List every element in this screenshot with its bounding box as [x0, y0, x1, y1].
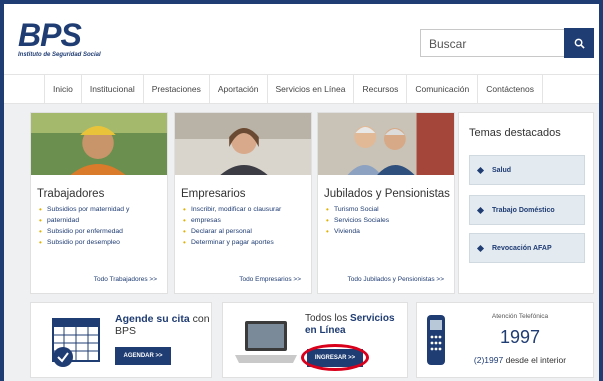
tema-label: Salud [492, 166, 512, 174]
card-jubilados[interactable]: Jubilados y Pensionistas Turismo Social … [317, 112, 455, 294]
search-button[interactable] [564, 28, 594, 58]
search-icon [574, 38, 585, 49]
tema-label: Revocación AFAP [492, 244, 552, 252]
link-todo-jubilados[interactable]: Todo Jubilados y Pensionistas >> [348, 276, 444, 283]
link-todo-trabajadores[interactable]: Todo Trabajadores >> [94, 276, 157, 283]
bps-logo[interactable]: BPS Instituto de Seguridad Social [18, 17, 113, 68]
card-trabajadores[interactable]: Trabajadores Subsidios por maternidad y … [30, 112, 168, 294]
agenda-con: con [192, 313, 210, 325]
link-turismo-social[interactable]: Turismo Social [326, 204, 448, 215]
phone-icon [427, 315, 445, 365]
agendar-button[interactable]: AGENDAR >> [115, 347, 171, 365]
card-title: Trabajadores [37, 188, 105, 200]
link-servicios-sociales[interactable]: Servicios Sociales [326, 215, 448, 226]
agenda-box: Agende su cita con BPS AGENDAR >> [30, 302, 212, 378]
nav-item-servicios[interactable]: Servicios en Línea [266, 75, 354, 103]
nav-item-recursos[interactable]: Recursos [353, 75, 406, 103]
telefono-number[interactable]: 1997 [449, 327, 591, 348]
diamond-icon [476, 244, 485, 252]
businesswoman-photo [175, 113, 311, 175]
agenda-line2: BPS [115, 325, 137, 337]
nav-item-comunicacion[interactable]: Comunicación [406, 75, 477, 103]
laptop-icon [235, 321, 297, 363]
servicios-line2: en Línea [305, 325, 346, 336]
logo-subtitle: Instituto de Seguridad Social [18, 52, 101, 58]
link-subsidio-desempleo[interactable]: Subsidio por desempleo [39, 237, 161, 248]
card-title: Empresarios [181, 188, 246, 200]
link-subsidio-enfermedad[interactable]: Subsidio por enfermedad [39, 226, 161, 237]
link-pagar-aportes[interactable]: Determinar y pagar aportes [183, 237, 305, 248]
servicios-text: Todos los Servicios en Línea [305, 313, 395, 337]
search-input[interactable]: Buscar [420, 29, 568, 57]
tema-revocacion-afap-button[interactable]: Revocación AFAP [469, 233, 585, 263]
link-declarar-personal[interactable]: Declarar al personal [183, 226, 305, 237]
servicios-line1a: Todos los [305, 313, 348, 324]
nav-item-institucional[interactable]: Institucional [80, 75, 143, 103]
nav-item-contactenos[interactable]: Contáctenos [477, 75, 543, 103]
telefono-label: Atención Telefónica [491, 313, 549, 320]
telefono-interior: (2)1997 desde el interior [449, 355, 591, 365]
nav-item-inicio[interactable]: Inicio [44, 75, 81, 103]
link-subsidio-maternidad-cont[interactable]: paternidad [39, 215, 161, 226]
servicios-box: Todos los Servicios en Línea INGRESAR >> [222, 302, 408, 378]
tema-trabajo-domestico-button[interactable]: Trabajo Doméstico [469, 195, 585, 225]
link-inscribir-empresas-cont[interactable]: empresas [183, 215, 305, 226]
servicios-line1b: Servicios [350, 313, 395, 324]
temas-destacados-panel: Temas destacados Salud Trabajo Doméstico… [458, 112, 594, 294]
nav-item-aportacion[interactable]: Aportación [208, 75, 267, 103]
card-empresarios[interactable]: Empresarios Inscribir, modificar o claus… [174, 112, 312, 294]
tema-salud-button[interactable]: Salud [469, 155, 585, 185]
agenda-text: Agende su cita con BPS [115, 313, 210, 337]
calendar-icon [52, 318, 100, 367]
diamond-icon [476, 166, 485, 174]
link-inscribir-empresas[interactable]: Inscribir, modificar o clausurar [183, 204, 305, 215]
temas-title: Temas destacados [469, 127, 561, 139]
tema-label: Trabajo Doméstico [492, 206, 555, 214]
card-title: Jubilados y Pensionistas [324, 188, 450, 200]
main-content: Trabajadores Subsidios por maternidad y … [4, 104, 599, 381]
diamond-icon [476, 206, 485, 214]
link-todo-empresarios[interactable]: Todo Empresarios >> [239, 276, 301, 283]
link-subsidio-maternidad[interactable]: Subsidios por maternidad y [39, 204, 161, 215]
logo-text: BPS [18, 17, 82, 53]
link-vivienda[interactable]: Vivienda [326, 226, 448, 237]
telefono-box: Atención Telefónica 1997 (2)1997 desde e… [416, 302, 594, 378]
telefono-interior-suffix: desde el interior [505, 355, 567, 365]
main-nav: Inicio Institucional Prestaciones Aporta… [4, 74, 599, 104]
retirees-photo [318, 113, 454, 175]
worker-photo [31, 113, 167, 175]
nav-item-prestaciones[interactable]: Prestaciones [142, 75, 209, 103]
highlight-circle [301, 344, 369, 371]
agenda-line1: Agende su cita [115, 313, 190, 325]
telefono-interior-prefix[interactable]: (2)1997 [474, 355, 503, 365]
